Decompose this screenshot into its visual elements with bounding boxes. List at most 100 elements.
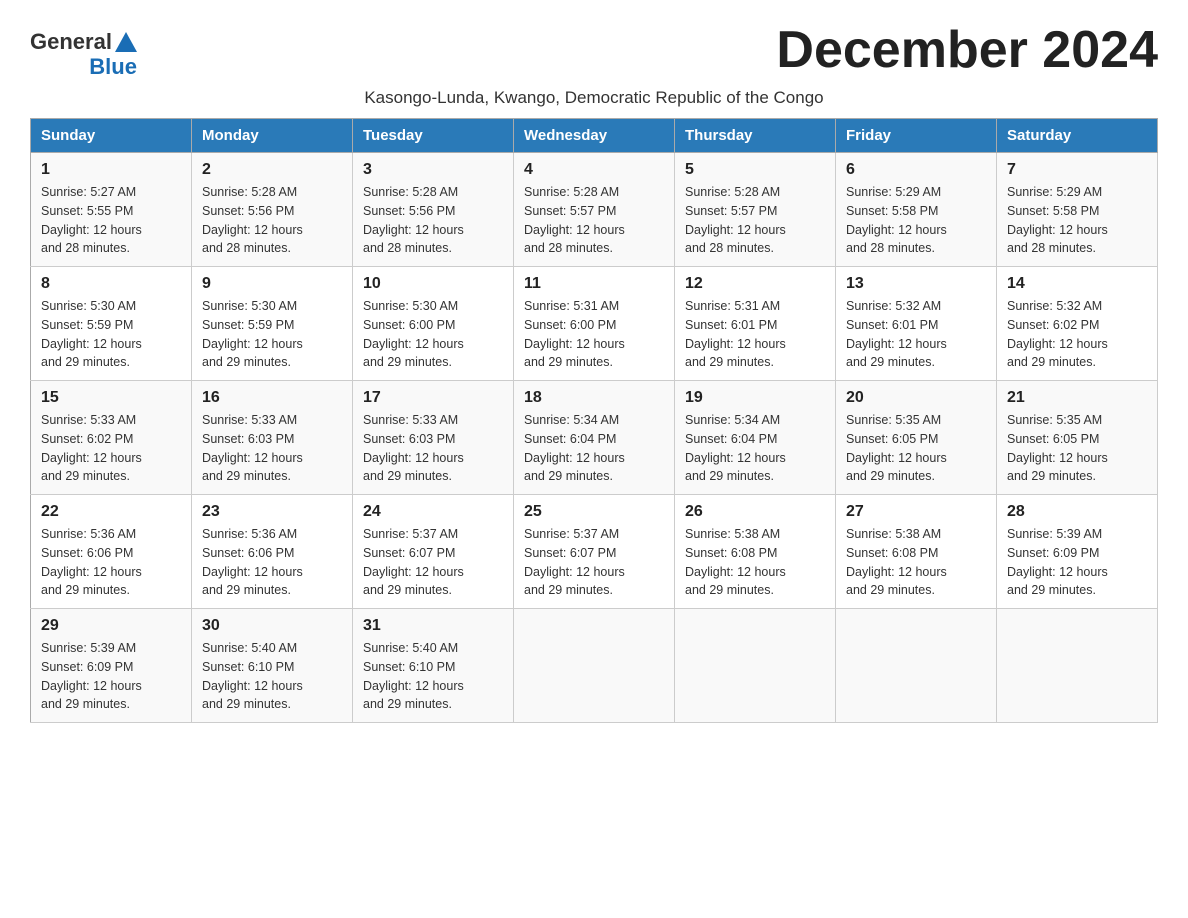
logo-blue-text: Blue — [89, 55, 137, 79]
month-title: December 2024 — [776, 20, 1158, 80]
day-number: 4 — [524, 161, 664, 179]
header-friday: Friday — [836, 119, 997, 153]
day-number: 3 — [363, 161, 503, 179]
day-detail: Sunrise: 5:27 AMSunset: 5:55 PMDaylight:… — [41, 183, 181, 258]
day-detail: Sunrise: 5:40 AMSunset: 6:10 PMDaylight:… — [202, 639, 342, 714]
day-detail: Sunrise: 5:30 AMSunset: 6:00 PMDaylight:… — [363, 297, 503, 372]
day-number: 14 — [1007, 275, 1147, 293]
day-detail: Sunrise: 5:33 AMSunset: 6:03 PMDaylight:… — [363, 411, 503, 486]
day-cell-11: 11 Sunrise: 5:31 AMSunset: 6:00 PMDayligh… — [514, 267, 675, 381]
day-number: 19 — [685, 389, 825, 407]
day-number: 23 — [202, 503, 342, 521]
day-detail: Sunrise: 5:35 AMSunset: 6:05 PMDaylight:… — [846, 411, 986, 486]
day-detail: Sunrise: 5:32 AMSunset: 6:01 PMDaylight:… — [846, 297, 986, 372]
header-monday: Monday — [192, 119, 353, 153]
day-cell-1: 1 Sunrise: 5:27 AMSunset: 5:55 PMDaylight… — [31, 153, 192, 267]
day-detail: Sunrise: 5:28 AMSunset: 5:57 PMDaylight:… — [685, 183, 825, 258]
day-detail: Sunrise: 5:31 AMSunset: 6:00 PMDaylight:… — [524, 297, 664, 372]
day-cell-30: 30 Sunrise: 5:40 AMSunset: 6:10 PMDayligh… — [192, 609, 353, 723]
day-cell-14: 14 Sunrise: 5:32 AMSunset: 6:02 PMDayligh… — [997, 267, 1158, 381]
day-detail: Sunrise: 5:34 AMSunset: 6:04 PMDaylight:… — [685, 411, 825, 486]
day-detail: Sunrise: 5:33 AMSunset: 6:02 PMDaylight:… — [41, 411, 181, 486]
day-number: 21 — [1007, 389, 1147, 407]
day-cell-2: 2 Sunrise: 5:28 AMSunset: 5:56 PMDaylight… — [192, 153, 353, 267]
day-cell-4: 4 Sunrise: 5:28 AMSunset: 5:57 PMDaylight… — [514, 153, 675, 267]
day-cell-6: 6 Sunrise: 5:29 AMSunset: 5:58 PMDaylight… — [836, 153, 997, 267]
day-number: 5 — [685, 161, 825, 179]
day-detail: Sunrise: 5:28 AMSunset: 5:57 PMDaylight:… — [524, 183, 664, 258]
day-number: 6 — [846, 161, 986, 179]
day-cell-21: 21 Sunrise: 5:35 AMSunset: 6:05 PMDayligh… — [997, 381, 1158, 495]
logo: General Blue — [30, 30, 137, 79]
day-cell-26: 26Sunrise: 5:38 AMSunset: 6:08 PMDayligh… — [675, 495, 836, 609]
day-number: 20 — [846, 389, 986, 407]
day-detail: Sunrise: 5:37 AMSunset: 6:07 PMDaylight:… — [524, 525, 664, 600]
day-number: 11 — [524, 275, 664, 293]
week-row-3: 15Sunrise: 5:33 AMSunset: 6:02 PMDayligh… — [31, 381, 1158, 495]
day-detail: Sunrise: 5:31 AMSunset: 6:01 PMDaylight:… — [685, 297, 825, 372]
day-number: 7 — [1007, 161, 1147, 179]
day-cell-12: 12 Sunrise: 5:31 AMSunset: 6:01 PMDayligh… — [675, 267, 836, 381]
day-number: 12 — [685, 275, 825, 293]
logo-triangle-icon — [115, 32, 137, 52]
day-number: 16 — [202, 389, 342, 407]
header-saturday: Saturday — [997, 119, 1158, 153]
day-number: 26 — [685, 503, 825, 521]
day-cell-16: 16Sunrise: 5:33 AMSunset: 6:03 PMDayligh… — [192, 381, 353, 495]
day-detail: Sunrise: 5:36 AMSunset: 6:06 PMDaylight:… — [41, 525, 181, 600]
day-cell-24: 24 Sunrise: 5:37 AMSunset: 6:07 PMDayligh… — [353, 495, 514, 609]
day-number: 17 — [363, 389, 503, 407]
calendar-table: SundayMondayTuesdayWednesdayThursdayFrid… — [30, 118, 1158, 723]
day-cell-28: 28Sunrise: 5:39 AMSunset: 6:09 PMDayligh… — [997, 495, 1158, 609]
day-detail: Sunrise: 5:38 AMSunset: 6:08 PMDaylight:… — [846, 525, 986, 600]
day-detail: Sunrise: 5:35 AMSunset: 6:05 PMDaylight:… — [1007, 411, 1147, 486]
calendar-header-row: SundayMondayTuesdayWednesdayThursdayFrid… — [31, 119, 1158, 153]
day-detail: Sunrise: 5:37 AMSunset: 6:07 PMDaylight:… — [363, 525, 503, 600]
day-cell-23: 23 Sunrise: 5:36 AMSunset: 6:06 PMDayligh… — [192, 495, 353, 609]
day-cell-13: 13 Sunrise: 5:32 AMSunset: 6:01 PMDayligh… — [836, 267, 997, 381]
day-detail: Sunrise: 5:29 AMSunset: 5:58 PMDaylight:… — [846, 183, 986, 258]
week-row-5: 29 Sunrise: 5:39 AMSunset: 6:09 PMDayligh… — [31, 609, 1158, 723]
day-cell-31: 31 Sunrise: 5:40 AMSunset: 6:10 PMDayligh… — [353, 609, 514, 723]
day-cell-25: 25 Sunrise: 5:37 AMSunset: 6:07 PMDayligh… — [514, 495, 675, 609]
day-cell-17: 17 Sunrise: 5:33 AMSunset: 6:03 PMDayligh… — [353, 381, 514, 495]
day-detail: Sunrise: 5:28 AMSunset: 5:56 PMDaylight:… — [363, 183, 503, 258]
day-cell-9: 9Sunrise: 5:30 AMSunset: 5:59 PMDaylight… — [192, 267, 353, 381]
week-row-2: 8 Sunrise: 5:30 AMSunset: 5:59 PMDaylight… — [31, 267, 1158, 381]
day-detail: Sunrise: 5:32 AMSunset: 6:02 PMDaylight:… — [1007, 297, 1147, 372]
day-detail: Sunrise: 5:30 AMSunset: 5:59 PMDaylight:… — [41, 297, 181, 372]
empty-cell — [514, 609, 675, 723]
day-detail: Sunrise: 5:40 AMSunset: 6:10 PMDaylight:… — [363, 639, 503, 714]
day-detail: Sunrise: 5:28 AMSunset: 5:56 PMDaylight:… — [202, 183, 342, 258]
day-cell-19: 19 Sunrise: 5:34 AMSunset: 6:04 PMDayligh… — [675, 381, 836, 495]
day-cell-7: 7 Sunrise: 5:29 AMSunset: 5:58 PMDaylight… — [997, 153, 1158, 267]
day-number: 29 — [41, 617, 181, 635]
day-detail: Sunrise: 5:36 AMSunset: 6:06 PMDaylight:… — [202, 525, 342, 600]
week-row-4: 22 Sunrise: 5:36 AMSunset: 6:06 PMDayligh… — [31, 495, 1158, 609]
day-number: 22 — [41, 503, 181, 521]
day-detail: Sunrise: 5:29 AMSunset: 5:58 PMDaylight:… — [1007, 183, 1147, 258]
day-number: 31 — [363, 617, 503, 635]
day-number: 24 — [363, 503, 503, 521]
header-thursday: Thursday — [675, 119, 836, 153]
empty-cell — [675, 609, 836, 723]
day-number: 25 — [524, 503, 664, 521]
day-cell-8: 8 Sunrise: 5:30 AMSunset: 5:59 PMDaylight… — [31, 267, 192, 381]
header-sunday: Sunday — [31, 119, 192, 153]
logo-general-text: General — [30, 30, 112, 54]
day-number: 8 — [41, 275, 181, 293]
day-number: 1 — [41, 161, 181, 179]
day-number: 10 — [363, 275, 503, 293]
week-row-1: 1 Sunrise: 5:27 AMSunset: 5:55 PMDaylight… — [31, 153, 1158, 267]
day-detail: Sunrise: 5:39 AMSunset: 6:09 PMDaylight:… — [41, 639, 181, 714]
day-number: 13 — [846, 275, 986, 293]
day-cell-22: 22 Sunrise: 5:36 AMSunset: 6:06 PMDayligh… — [31, 495, 192, 609]
day-number: 30 — [202, 617, 342, 635]
day-number: 28 — [1007, 503, 1147, 521]
location-subtitle: Kasongo-Lunda, Kwango, Democratic Republ… — [30, 88, 1158, 108]
day-cell-29: 29 Sunrise: 5:39 AMSunset: 6:09 PMDayligh… — [31, 609, 192, 723]
day-number: 2 — [202, 161, 342, 179]
day-detail: Sunrise: 5:34 AMSunset: 6:04 PMDaylight:… — [524, 411, 664, 486]
day-number: 9 — [202, 275, 342, 293]
header-wednesday: Wednesday — [514, 119, 675, 153]
